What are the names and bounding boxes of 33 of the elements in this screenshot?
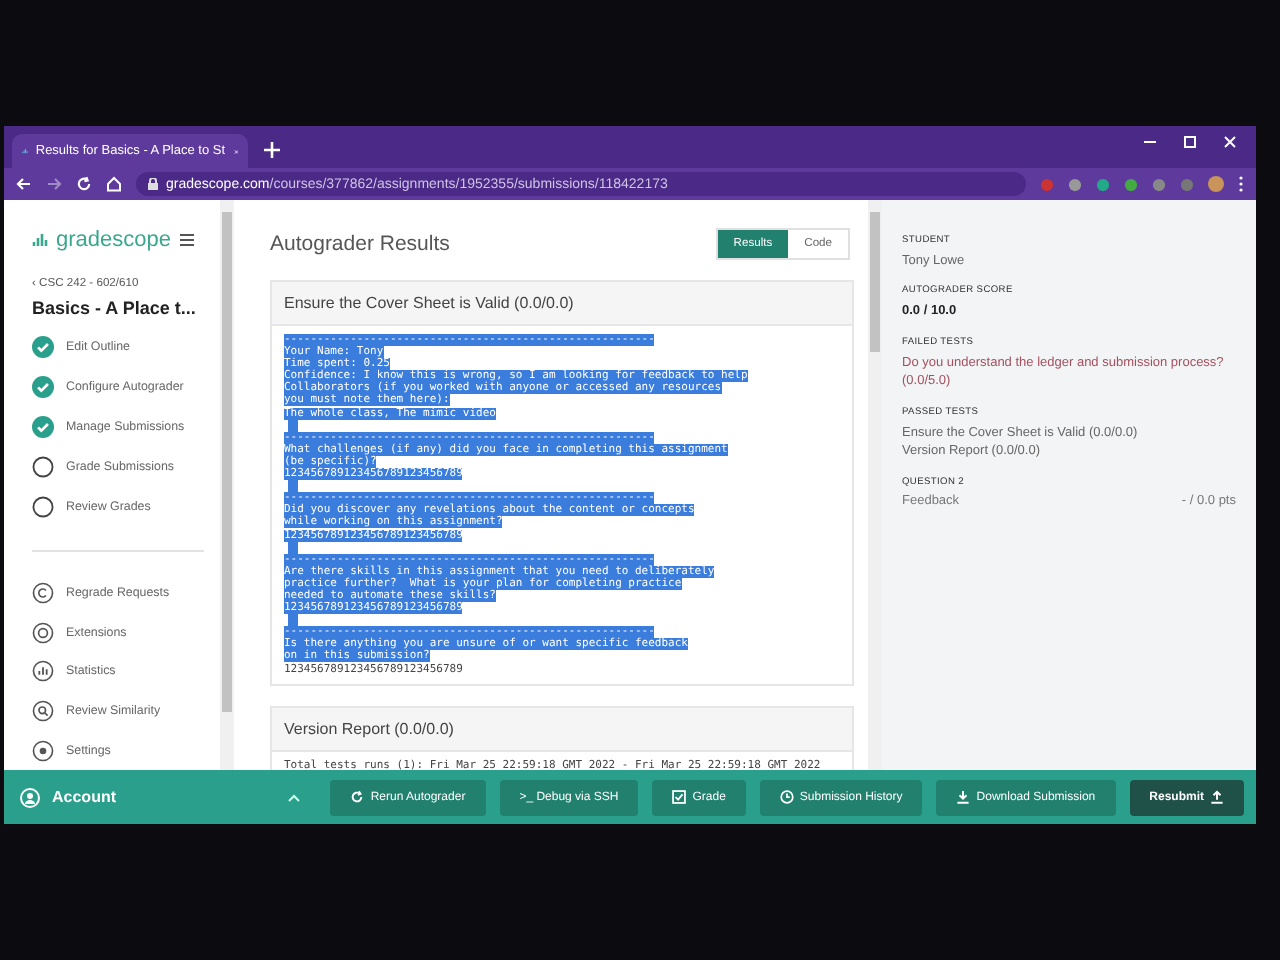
page-title: Autograder Results	[270, 232, 450, 256]
home-icon[interactable]	[106, 176, 122, 192]
menu-icon[interactable]	[1238, 176, 1244, 192]
maximize-icon[interactable]	[1184, 135, 1196, 147]
minimize-icon[interactable]	[1144, 135, 1156, 147]
logo-text: gradescope	[56, 228, 171, 252]
test-title: Ensure the Cover Sheet is Valid (0.0/0.0)	[272, 282, 852, 326]
back-arrow-icon[interactable]	[16, 176, 32, 192]
chart-circle-icon	[32, 660, 54, 683]
close-icon[interactable]	[1224, 135, 1236, 147]
lock-icon	[148, 178, 158, 190]
scrollbar[interactable]	[868, 200, 882, 770]
settings-icon	[32, 739, 54, 762]
forward-arrow-icon[interactable]	[46, 176, 62, 192]
reload-icon[interactable]	[76, 176, 92, 192]
avatar-icon[interactable]	[1208, 176, 1224, 192]
menu-icon[interactable]	[179, 234, 193, 246]
caret-icon[interactable]	[288, 793, 301, 801]
download-icon	[956, 790, 971, 804]
user-circle-icon	[20, 787, 40, 807]
bar-chart-icon	[32, 232, 48, 248]
test-title: Version Report (0.0/0.0)	[272, 707, 852, 752]
refresh-icon	[350, 790, 365, 804]
scrollbar[interactable]	[220, 200, 234, 770]
plus-icon[interactable]	[264, 142, 280, 158]
checkbox-icon	[672, 790, 687, 804]
upload-icon	[1210, 790, 1224, 804]
search-circle-icon	[32, 700, 54, 723]
account-label[interactable]: Account	[52, 788, 116, 806]
assignment-title: Basics - A Place t...	[32, 298, 198, 318]
clock-icon	[779, 790, 794, 804]
copyright-circle-icon	[32, 582, 54, 605]
clock-circle-icon	[32, 621, 54, 644]
